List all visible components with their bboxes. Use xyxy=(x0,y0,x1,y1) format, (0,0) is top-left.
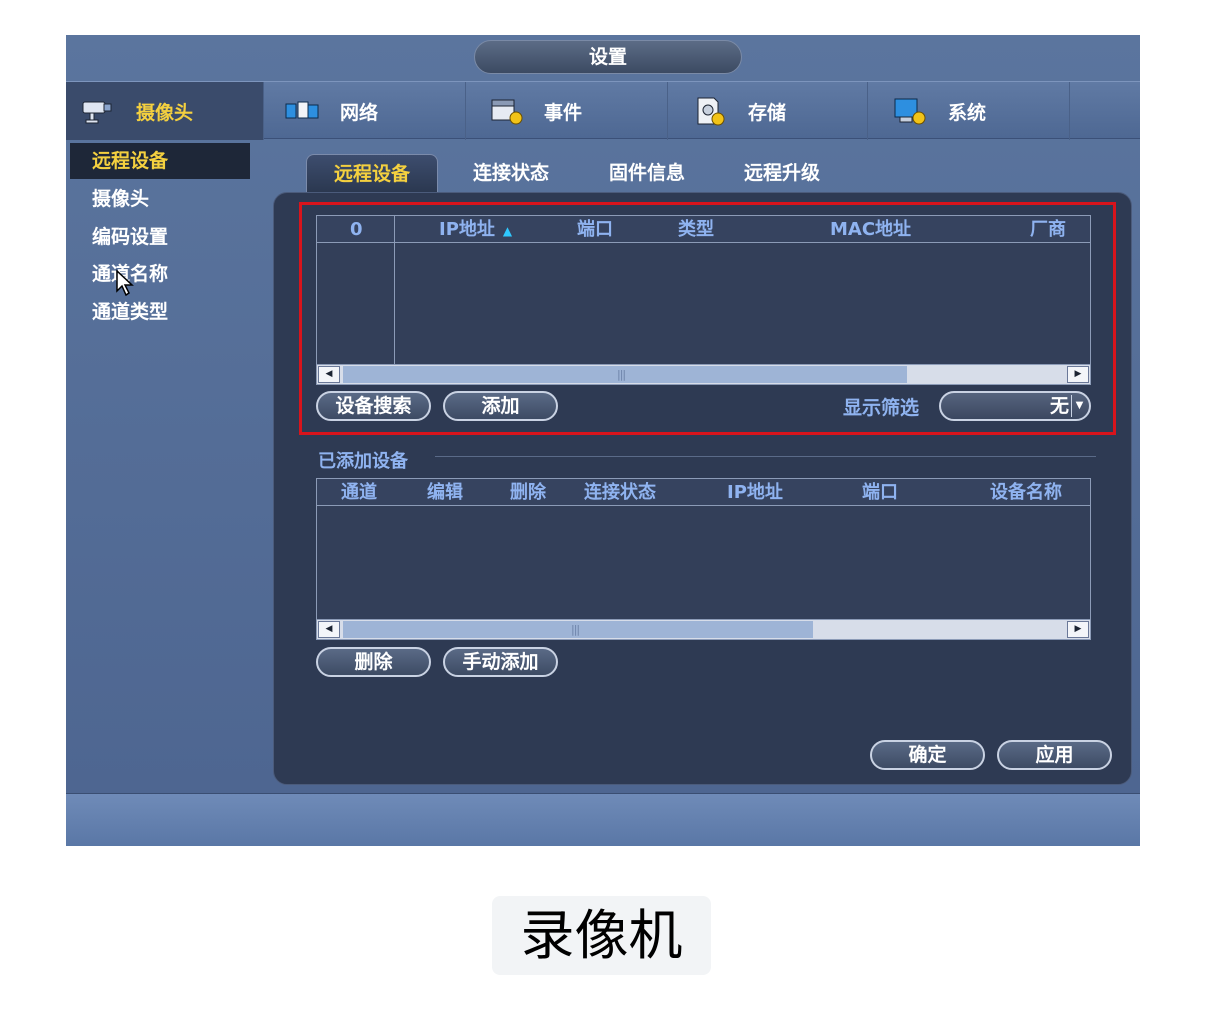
nav-item-camera[interactable]: 摄像头 xyxy=(66,82,264,140)
top-nav: 摄像头 网络 事件 存储 系统 xyxy=(66,81,1140,140)
column-header-port[interactable]: 端口 xyxy=(862,479,898,506)
camera-icon xyxy=(80,96,116,126)
nav-item-network[interactable]: 网络 xyxy=(264,82,466,140)
nav-label: 系统 xyxy=(948,101,987,124)
mouse-cursor-icon xyxy=(115,269,135,301)
highlight-box xyxy=(299,202,1116,435)
nav-label: 摄像头 xyxy=(136,101,194,124)
network-icon xyxy=(284,96,320,126)
scrollbar-grip-icon: ||| xyxy=(571,623,580,636)
settings-window: 设置 摄像头 网络 事件 存储 系统 远程设备 摄像头 编码设置 通道名称 通道… xyxy=(66,35,1140,846)
nav-item-storage[interactable]: 存储 xyxy=(668,82,868,140)
tab-firmware-info[interactable]: 固件信息 xyxy=(588,154,706,192)
horizontal-scrollbar[interactable]: ◀ ||| ▶ xyxy=(317,619,1090,639)
tab-connection-status[interactable]: 连接状态 xyxy=(452,154,570,192)
event-icon xyxy=(488,96,524,126)
column-header-channel[interactable]: 通道 xyxy=(341,479,377,506)
caption-label: 录像机 xyxy=(492,896,711,975)
column-header-delete[interactable]: 删除 xyxy=(510,479,546,506)
delete-button[interactable]: 删除 xyxy=(316,647,431,677)
apply-button[interactable]: 应用 xyxy=(997,740,1112,770)
storage-icon xyxy=(692,96,728,126)
column-header-device-name[interactable]: 设备名称 xyxy=(990,479,1062,506)
table-header: 通道 编辑 删除 连接状态 IP地址 端口 设备名称 xyxy=(317,479,1090,506)
window-footer-bar xyxy=(66,793,1140,846)
section-divider xyxy=(435,456,1096,457)
menu-item-encode-settings[interactable]: 编码设置 xyxy=(70,219,250,255)
system-icon xyxy=(892,96,928,126)
column-header-edit[interactable]: 编辑 xyxy=(427,479,463,506)
nav-label: 网络 xyxy=(340,101,379,124)
scroll-right-icon[interactable]: ▶ xyxy=(1067,621,1089,638)
nav-item-event[interactable]: 事件 xyxy=(466,82,668,140)
tab-remote-upgrade[interactable]: 远程升级 xyxy=(722,154,842,192)
added-devices-table: 通道 编辑 删除 连接状态 IP地址 端口 设备名称 ◀ ||| ▶ xyxy=(316,478,1091,640)
nav-label: 存储 xyxy=(748,101,787,124)
manual-add-button[interactable]: 手动添加 xyxy=(443,647,558,677)
added-devices-title: 已添加设备 xyxy=(318,451,408,472)
column-header-connection-status[interactable]: 连接状态 xyxy=(584,479,656,506)
menu-item-channel-type[interactable]: 通道类型 xyxy=(70,294,250,330)
ok-button[interactable]: 确定 xyxy=(870,740,985,770)
nav-label: 事件 xyxy=(544,101,583,124)
scroll-left-icon[interactable]: ◀ xyxy=(318,621,340,638)
menu-item-channel-name[interactable]: 通道名称 xyxy=(70,256,250,292)
window-title: 设置 xyxy=(474,40,742,74)
tab-remote-device[interactable]: 远程设备 xyxy=(306,154,438,192)
menu-item-camera[interactable]: 摄像头 xyxy=(70,181,250,217)
column-header-ip[interactable]: IP地址 xyxy=(727,479,783,506)
nav-item-system[interactable]: 系统 xyxy=(868,82,1070,140)
menu-item-remote-device[interactable]: 远程设备 xyxy=(70,143,250,179)
